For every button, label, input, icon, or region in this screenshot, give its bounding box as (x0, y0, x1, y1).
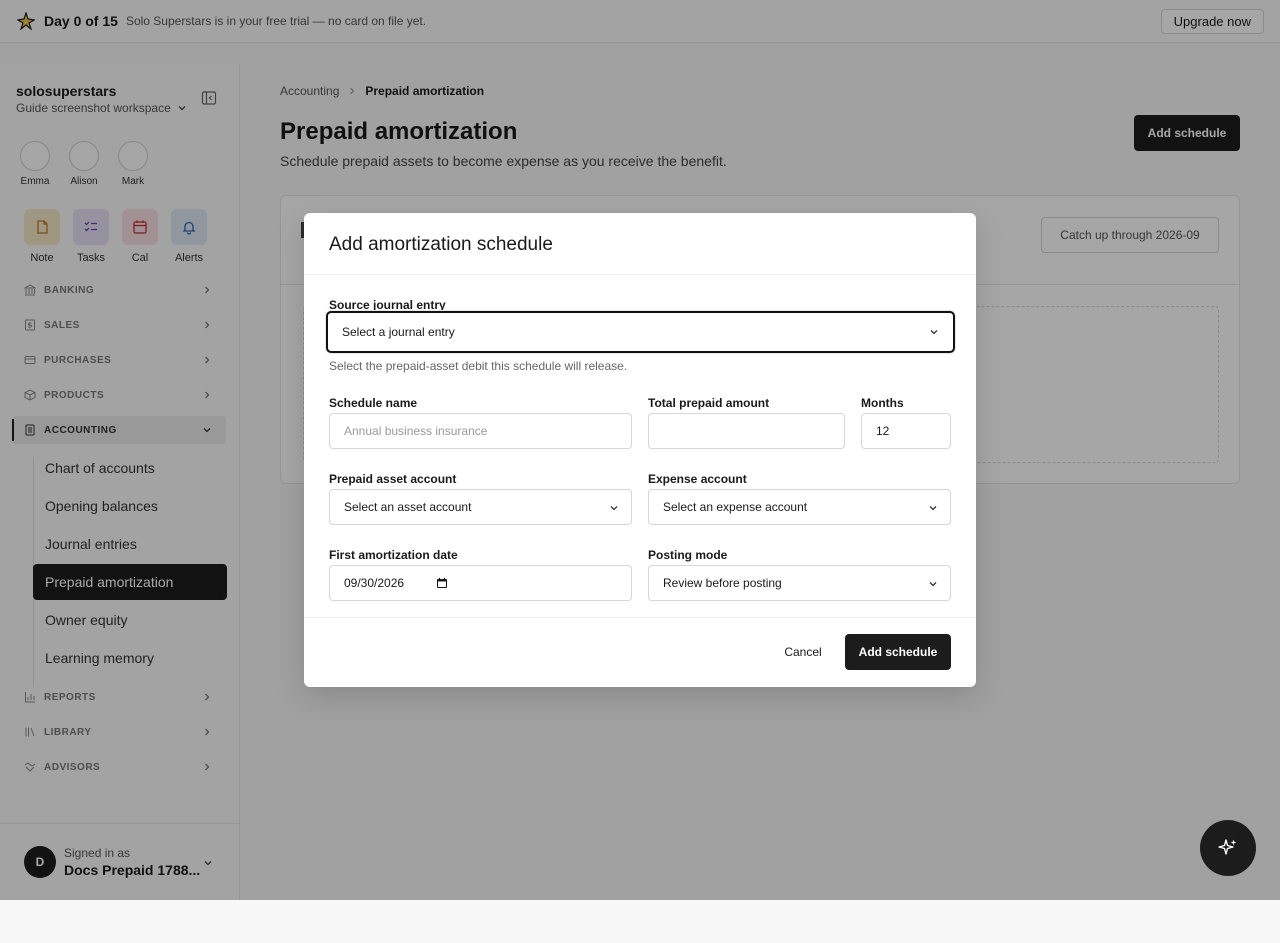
expense-account-label: Expense account (648, 472, 747, 486)
schedule-name-label: Schedule name (329, 396, 418, 410)
first-date-value: 09/30/2026 (344, 576, 405, 590)
chevron-down-icon (929, 506, 937, 511)
bottom-strip (0, 900, 1280, 943)
divider (304, 617, 976, 618)
schedule-name-placeholder: Annual business insurance (344, 424, 488, 438)
dialog-title: Add amortization schedule (329, 234, 553, 255)
asset-account-label: Prepaid asset account (329, 472, 457, 486)
asset-account-value: Select an asset account (344, 500, 472, 514)
months-value: 12 (876, 424, 890, 438)
submit-add-schedule-button[interactable]: Add schedule (845, 634, 951, 670)
posting-mode-label: Posting mode (648, 548, 728, 562)
first-date-input[interactable]: 09/30/2026 (329, 565, 632, 601)
total-amount-label: Total prepaid amount (648, 396, 770, 410)
chevron-down-icon (930, 330, 938, 335)
divider (304, 274, 976, 275)
source-journal-help: Select the prepaid-asset debit this sche… (329, 359, 628, 373)
posting-mode-value: Review before posting (663, 576, 782, 590)
source-journal-select[interactable]: Select a journal entry (326, 311, 955, 353)
add-schedule-dialog: Add amortization schedule Source journal… (304, 213, 976, 687)
months-input[interactable]: 12 (861, 413, 951, 449)
months-label: Months (861, 396, 904, 410)
expense-account-value: Select an expense account (663, 500, 808, 514)
total-amount-input[interactable] (648, 413, 845, 449)
posting-mode-select[interactable]: Review before posting (648, 565, 951, 601)
asset-account-select[interactable]: Select an asset account (329, 489, 632, 525)
cancel-button[interactable]: Cancel (776, 634, 830, 670)
chevron-down-icon (929, 582, 937, 587)
source-journal-label: Source journal entry (329, 298, 446, 312)
chevron-down-icon (610, 506, 618, 511)
sparkle-icon (1218, 839, 1237, 855)
schedule-name-input[interactable]: Annual business insurance (329, 413, 632, 449)
expense-account-select[interactable]: Select an expense account (648, 489, 951, 525)
first-date-label: First amortization date (329, 548, 458, 562)
calendar-icon[interactable] (436, 577, 448, 589)
assistant-button[interactable] (1200, 820, 1256, 876)
source-journal-value: Select a journal entry (342, 325, 455, 339)
